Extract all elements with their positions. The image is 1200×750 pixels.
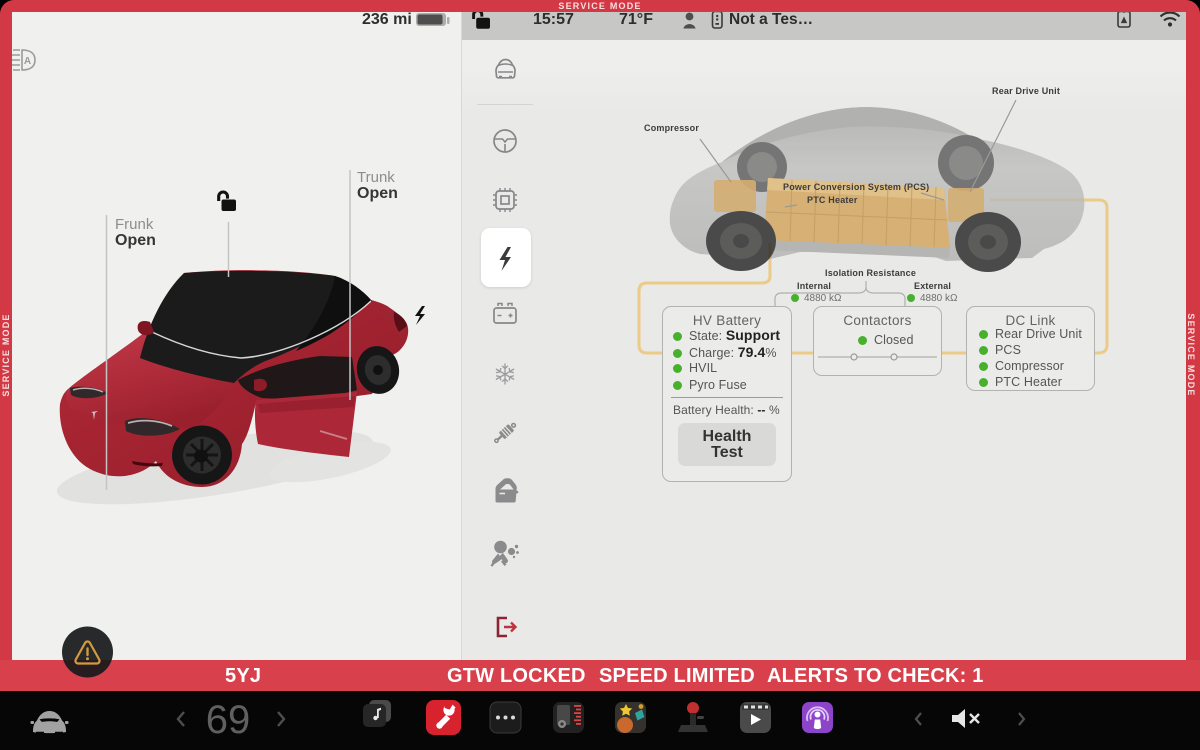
svg-text:69: 69 bbox=[206, 698, 251, 742]
svg-text:A: A bbox=[24, 56, 31, 67]
